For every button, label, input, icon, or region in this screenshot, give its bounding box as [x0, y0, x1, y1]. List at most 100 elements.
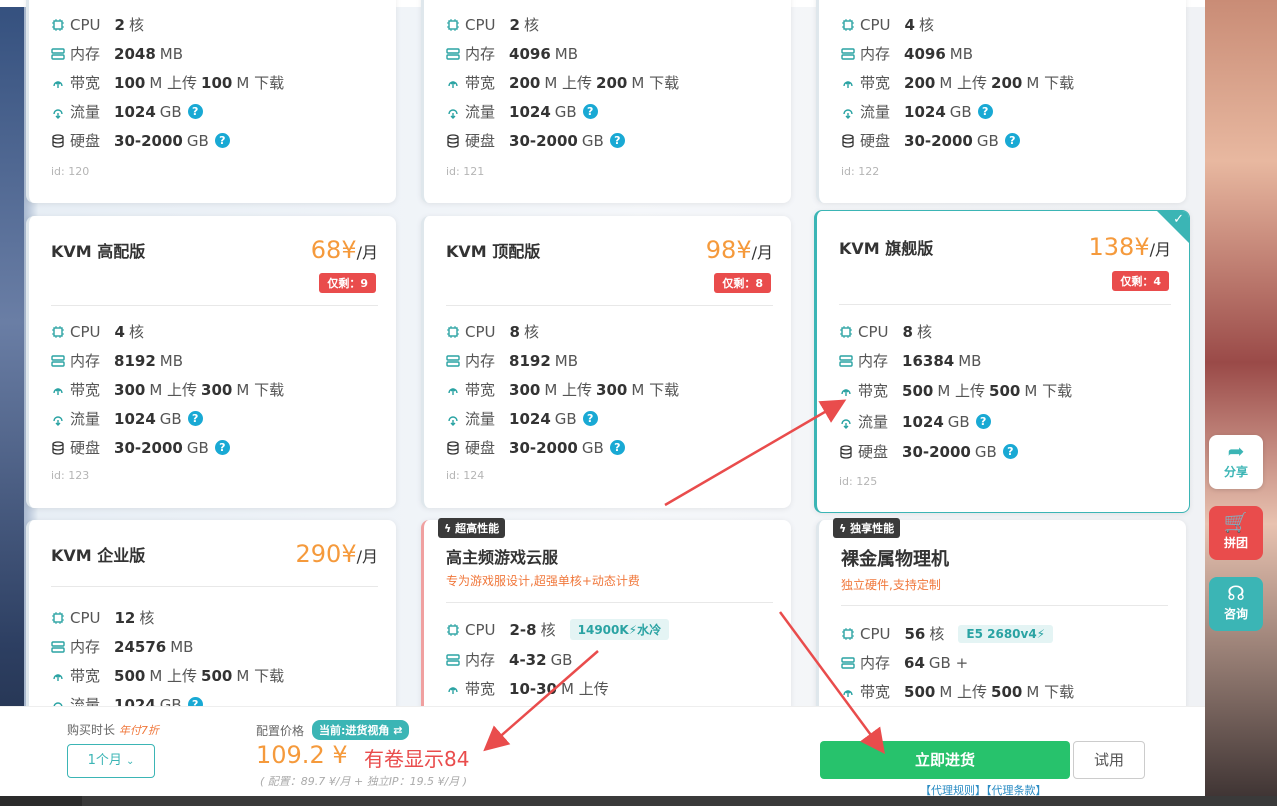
help-icon[interactable]: ?: [214, 133, 230, 148]
bw-up-value: 200: [509, 73, 541, 92]
memory-icon: [446, 653, 460, 667]
cpu-icon: [841, 18, 855, 32]
traffic-unit: GB: [947, 412, 970, 431]
help-icon[interactable]: ?: [214, 440, 230, 455]
plan-card-124[interactable]: KVM 顶配版 98¥/月 仅剩：8 CPU 8 核 内存 8192 MB 带宽 300 M…: [421, 216, 791, 508]
bandwidth-icon: [841, 76, 855, 90]
spec-traffic: 流量 1024 GB?: [51, 101, 203, 122]
cpu-value: 8: [902, 322, 913, 341]
memory-icon: [839, 354, 853, 368]
traffic-value: 1024: [509, 409, 551, 428]
mem-label: 内存: [860, 45, 891, 63]
traffic-value: 1024: [904, 102, 946, 121]
spec-mem: 内存 64 GB +: [841, 652, 972, 673]
price-currency: ¥: [1134, 233, 1150, 261]
cpu-value: 2: [509, 15, 520, 34]
cpu-label: CPU: [70, 322, 101, 341]
bw-up-value: 100: [114, 73, 146, 92]
bw-label: 带宽: [70, 74, 101, 92]
bw-up-value: 200: [904, 73, 936, 92]
spec-bw: 带宽 300 M 上传 300 M 下载: [51, 379, 288, 400]
share-button[interactable]: ➦ 分享: [1209, 435, 1263, 489]
plan-price: 290¥/月: [296, 540, 379, 568]
bw-down-value: 200: [991, 73, 1023, 92]
help-icon[interactable]: ?: [609, 440, 625, 455]
cpu-value: 2: [114, 15, 125, 34]
spec-cpu: CPU 12 核: [51, 607, 158, 628]
traffic-unit: GB: [949, 102, 972, 121]
cpu-label: CPU: [465, 15, 496, 34]
plan-card-120[interactable]: CPU 2 核 内存 2048 MB 带宽 100 M 上传 100 M 下载 流量 1024 GB…: [26, 0, 396, 203]
cpu-label: CPU: [858, 322, 889, 341]
tag-text: 超高性能: [455, 522, 500, 535]
plan-card-game[interactable]: ϟ 超高性能 高主频游戏云服 专为游戏服设计,超强单核+动态计费 CPU 2-8 核…: [421, 518, 791, 720]
consult-label: 咨询: [1223, 607, 1248, 621]
price-unit: /月: [356, 243, 378, 262]
plan-id: id: 121: [446, 165, 485, 178]
cpu-value: 12: [114, 608, 136, 627]
plan-card-enterprise[interactable]: KVM 企业版 290¥/月 CPU 12 核 内存 24576 MB 带宽 500 M 上…: [26, 520, 396, 720]
price-value: 98: [705, 236, 737, 264]
chevron-down-icon: ⌄: [126, 756, 135, 767]
mem-value: 24576: [114, 637, 167, 656]
bw-down-value: 500: [991, 682, 1023, 701]
help-icon[interactable]: ?: [975, 414, 991, 429]
bw-down-unit: M 下载: [236, 667, 285, 685]
cpu-value: 8: [509, 322, 520, 341]
bandwidth-icon: [446, 76, 460, 90]
help-icon[interactable]: ?: [1004, 133, 1020, 148]
plan-card-125-selected[interactable]: ✓ KVM 旗舰版 138¥/月 仅剩：4 CPU 8 核 内存 16384 MB 带宽…: [814, 210, 1190, 513]
mem-unit: MB: [554, 351, 578, 370]
mem-label: 内存: [465, 45, 496, 63]
disk-value: 30-2000: [904, 131, 973, 150]
cpu-unit: 核: [523, 16, 539, 34]
bw-down-unit: M 下载: [236, 381, 285, 399]
cpu-model-chip: E5 2680v4⚡: [958, 624, 1054, 643]
mem-label: 内存: [465, 352, 496, 370]
plan-title: 裸金属物理机: [841, 549, 949, 570]
cpu-label: CPU: [70, 608, 101, 627]
plan-card-123[interactable]: KVM 高配版 68¥/月 仅剩：9 CPU 4 核 内存 8192 MB 带宽 300 M…: [26, 216, 396, 508]
disk-value: 30-2000: [114, 438, 183, 457]
spec-cpu: CPU 4 核: [51, 321, 148, 342]
spec-cpu: CPU 56 核 E5 2680v4⚡: [841, 623, 1054, 644]
help-icon[interactable]: ?: [582, 411, 598, 426]
bw-up-unit: M 上传: [149, 381, 198, 399]
mem-label: 内存: [858, 352, 889, 370]
bw-down-value: 300: [201, 380, 233, 399]
help-icon[interactable]: ?: [977, 104, 993, 119]
plan-title: KVM 顶配版: [446, 242, 541, 261]
traffic-unit: GB: [554, 409, 577, 428]
plan-card-bare-metal[interactable]: ϟ 独享性能 裸金属物理机 独立硬件,支持定制 CPU 56 核 E5 2680v4⚡…: [816, 518, 1186, 720]
disk-value: 30-2000: [114, 131, 183, 150]
disk-label: 硬盘: [858, 443, 889, 461]
view-toggle-badge[interactable]: 当前:进货视角 ⇄: [312, 720, 410, 740]
help-icon[interactable]: ?: [1002, 444, 1018, 459]
tag-dedicated-performance: ϟ 独享性能: [833, 518, 901, 538]
group-buy-button[interactable]: 🛒 拼团: [1209, 506, 1263, 560]
duration-select[interactable]: 1个月 ⌄: [67, 744, 155, 778]
bw-down-unit: M 下载: [236, 74, 285, 92]
bottom-bar: [0, 796, 1277, 806]
cpu-model-chip: 14900K⚡水冷: [569, 619, 670, 640]
help-icon[interactable]: ?: [187, 411, 203, 426]
help-icon[interactable]: ?: [187, 104, 203, 119]
cpu-unit: 核: [128, 323, 144, 341]
background-left: [0, 0, 24, 806]
trial-button[interactable]: 试用: [1073, 741, 1145, 779]
cart-icon: 🛒: [1223, 510, 1249, 534]
price-unit: /月: [1149, 240, 1171, 259]
plan-card-121[interactable]: CPU 2 核 内存 4096 MB 带宽 200 M 上传 200 M 下载 流量 1024 GB…: [421, 0, 791, 203]
spec-mem: 内存 24576 MB: [51, 636, 197, 657]
consult-button[interactable]: ☊ 咨询: [1209, 577, 1263, 631]
divider: [841, 605, 1168, 606]
share-icon: ➦: [1227, 439, 1245, 463]
cpu-label: CPU: [860, 15, 891, 34]
divider: [839, 304, 1171, 305]
help-icon[interactable]: ?: [609, 133, 625, 148]
help-icon[interactable]: ?: [582, 104, 598, 119]
traffic-unit: GB: [159, 409, 182, 428]
plan-card-122[interactable]: CPU 4 核 内存 4096 MB 带宽 200 M 上传 200 M 下载 流量 1024 GB…: [816, 0, 1186, 203]
buy-now-button[interactable]: 立即进货: [820, 741, 1070, 779]
bw-up-unit: M 上传: [149, 74, 198, 92]
